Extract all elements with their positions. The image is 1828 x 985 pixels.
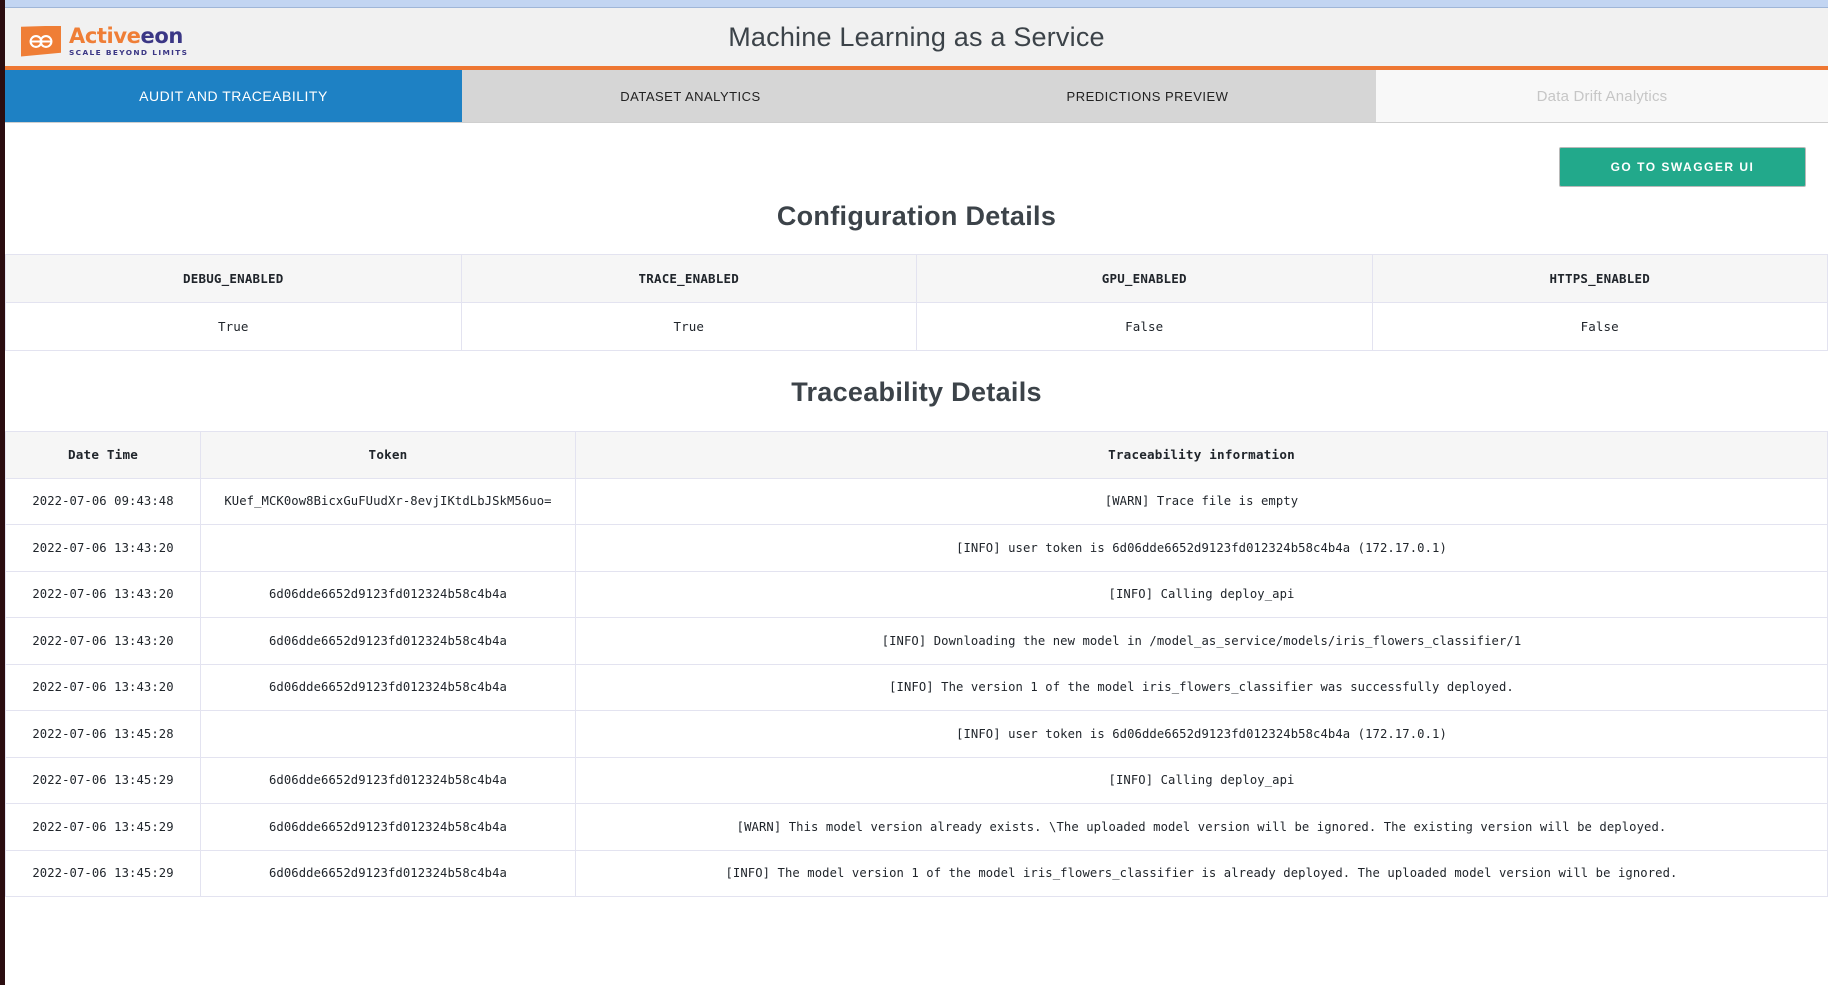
cell-gpu-enabled: False <box>916 302 1373 351</box>
table-row: 2022-07-06 13:45:29 6d06dde6652d9123fd012… <box>5 849 1828 897</box>
table-row: True True False False <box>5 302 1828 351</box>
toolbar-row: GO TO SWAGGER UI <box>5 123 1828 187</box>
tab-data-drift-analytics: Data Drift Analytics <box>1376 70 1828 122</box>
cell-https-enabled: False <box>1371 302 1828 351</box>
main-content: GO TO SWAGGER UI Configuration Details D… <box>5 123 1828 897</box>
cell-token: 6d06dde6652d9123fd012324b58c4b4a <box>200 756 576 804</box>
cell-token: 6d06dde6652d9123fd012324b58c4b4a <box>200 570 576 618</box>
cell-traceability-information: [WARN] Trace file is empty <box>575 477 1828 525</box>
cell-date-time: 2022-07-06 13:45:28 <box>5 710 201 758</box>
window-top-strip <box>5 0 1828 8</box>
cell-date-time: 2022-07-06 13:43:20 <box>5 570 201 618</box>
cell-token: 6d06dde6652d9123fd012324b58c4b4a <box>200 803 576 851</box>
main-tab-bar: AUDIT AND TRACEABILITY DATASET ANALYTICS… <box>5 70 1828 123</box>
logo-text-block: Activeeon SCALE BEYOND LIMITS <box>69 23 189 57</box>
column-header-https-enabled: HTTPS_ENABLED <box>1371 254 1828 303</box>
configuration-table-body: True True False False <box>5 302 1828 351</box>
cell-date-time: 2022-07-06 13:43:20 <box>5 524 201 572</box>
cell-date-time: 2022-07-06 13:45:29 <box>5 756 201 804</box>
configuration-header-row: DEBUG_ENABLED TRACE_ENABLED GPU_ENABLED … <box>5 254 1828 303</box>
cell-trace-enabled: True <box>460 302 917 351</box>
table-row: 2022-07-06 13:45:28 [INFO] user token is … <box>5 710 1828 758</box>
table-row: 2022-07-06 13:43:20 6d06dde6652d9123fd012… <box>5 617 1828 665</box>
cell-date-time: 2022-07-06 13:43:20 <box>5 617 201 665</box>
app-header: Activeeon SCALE BEYOND LIMITS Machine Le… <box>5 8 1828 70</box>
page-title: Machine Learning as a Service <box>728 21 1105 52</box>
table-row: 2022-07-06 09:43:48 KUef_MCK0ow8BicxGuFUu… <box>5 477 1828 525</box>
logo-word-eon: eon <box>140 23 183 48</box>
logo-wordmark: Activeeon <box>69 23 188 48</box>
cell-traceability-information: [INFO] Downloading the new model in /mod… <box>575 617 1828 665</box>
column-header-gpu-enabled: GPU_ENABLED <box>916 254 1373 303</box>
cell-date-time: 2022-07-06 13:43:20 <box>5 663 201 711</box>
cell-token: 6d06dde6652d9123fd012324b58c4b4a <box>200 663 576 711</box>
traceability-table-head: Date Time Token Traceability information <box>5 431 1828 479</box>
traceability-details-heading: Traceability Details <box>791 377 1042 407</box>
column-header-debug-enabled: DEBUG_ENABLED <box>5 254 462 303</box>
cell-traceability-information: [INFO] user token is 6d06dde6652d9123fd0… <box>575 710 1828 758</box>
infinity-logo-icon <box>21 25 61 57</box>
table-row: 2022-07-06 13:45:29 6d06dde6652d9123fd012… <box>5 756 1828 804</box>
cell-token: 6d06dde6652d9123fd012324b58c4b4a <box>200 617 576 665</box>
cell-traceability-information: [INFO] The version 1 of the model iris_f… <box>575 663 1828 711</box>
cell-token: 6d06dde6652d9123fd012324b58c4b4a <box>200 849 576 897</box>
cell-traceability-information: [INFO] user token is 6d06dde6652d9123fd0… <box>575 524 1828 572</box>
cell-traceability-information: [INFO] Calling deploy_api <box>575 570 1828 618</box>
configuration-details-heading: Configuration Details <box>776 201 1057 231</box>
cell-token: KUef_MCK0ow8BicxGuFUudXr-8evjIKtdLbJSkM5… <box>200 477 576 525</box>
table-row: 2022-07-06 13:45:29 6d06dde6652d9123fd012… <box>5 803 1828 851</box>
configuration-details-table: DEBUG_ENABLED TRACE_ENABLED GPU_ENABLED … <box>5 254 1828 351</box>
traceability-header-row: Date Time Token Traceability information <box>5 431 1828 479</box>
cell-date-time: 2022-07-06 09:43:48 <box>5 477 201 525</box>
logo-tagline: SCALE BEYOND LIMITS <box>69 47 189 57</box>
column-header-trace-enabled: TRACE_ENABLED <box>460 254 917 303</box>
traceability-details-table: Date Time Token Traceability information… <box>5 431 1828 897</box>
table-row: 2022-07-06 13:43:20 6d06dde6652d9123fd012… <box>5 570 1828 618</box>
activeeon-logo[interactable]: Activeeon SCALE BEYOND LIMITS <box>21 23 188 59</box>
tab-predictions-preview[interactable]: PREDICTIONS PREVIEW <box>919 70 1376 122</box>
tab-dataset-analytics[interactable]: DATASET ANALYTICS <box>462 70 919 122</box>
configuration-table-head: DEBUG_ENABLED TRACE_ENABLED GPU_ENABLED … <box>5 254 1828 303</box>
table-row: 2022-07-06 13:43:20 6d06dde6652d9123fd012… <box>5 663 1828 711</box>
cell-token <box>200 710 576 758</box>
logo-word-active: Active <box>69 23 141 48</box>
traceability-table-body: 2022-07-06 09:43:48 KUef_MCK0ow8BicxGuFUu… <box>5 477 1828 897</box>
tab-audit-and-traceability[interactable]: AUDIT AND TRACEABILITY <box>5 70 462 122</box>
column-header-date-time: Date Time <box>5 431 201 479</box>
table-row: 2022-07-06 13:43:20 [INFO] user token is … <box>5 524 1828 572</box>
column-header-token: Token <box>200 431 576 479</box>
cell-traceability-information: [INFO] The model version 1 of the model … <box>575 849 1828 897</box>
column-header-information: Traceability information <box>575 431 1828 479</box>
cell-traceability-information: [INFO] Calling deploy_api <box>575 756 1828 804</box>
cell-traceability-information: [WARN] This model version already exists… <box>575 803 1828 851</box>
cell-date-time: 2022-07-06 13:45:29 <box>5 849 201 897</box>
browser-viewport: Activeeon SCALE BEYOND LIMITS Machine Le… <box>0 0 1828 985</box>
go-to-swagger-ui-button[interactable]: GO TO SWAGGER UI <box>1559 147 1806 187</box>
cell-date-time: 2022-07-06 13:45:29 <box>5 803 201 851</box>
cell-token <box>200 524 576 572</box>
cell-debug-enabled: True <box>5 302 462 351</box>
